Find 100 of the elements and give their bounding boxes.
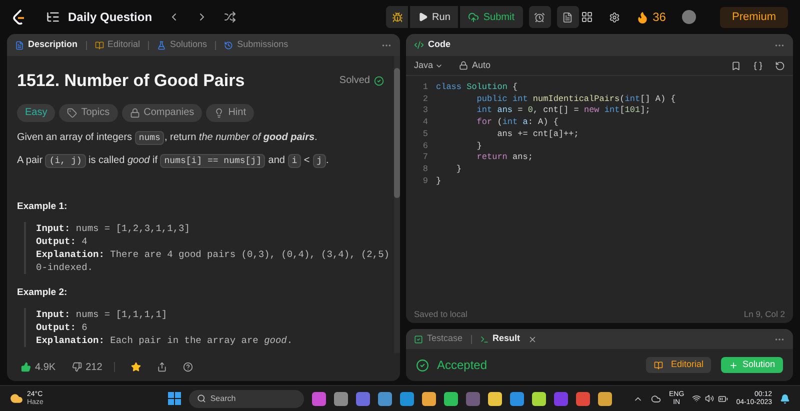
- example-heading: Example 2:: [17, 286, 68, 300]
- code-icon: [414, 40, 424, 50]
- thumbs-down-icon[interactable]: [72, 362, 82, 372]
- tag-button[interactable]: Hint: [206, 104, 254, 122]
- panel-tab[interactable]: Solutions: [157, 38, 208, 52]
- description-text: A pair (i, j) is called good if nums[i] == nums[j] and i < j .: [17, 154, 330, 168]
- app-icon[interactable]: [334, 392, 348, 406]
- example-label: Explanation:: [36, 248, 104, 260]
- line-number: 9: [422, 176, 428, 188]
- scrollbar[interactable]: [394, 56, 400, 353]
- submit-button[interactable]: Submit: [460, 6, 523, 28]
- editorial-button[interactable]: Editorial: [646, 357, 712, 373]
- cloud-icon[interactable]: [651, 394, 662, 404]
- layout-icon[interactable]: [580, 11, 593, 23]
- panel-tab[interactable]: Result: [480, 332, 520, 346]
- list-icon[interactable]: [46, 10, 60, 24]
- app-icon[interactable]: [488, 392, 502, 406]
- like-count: 4.9K: [35, 360, 56, 374]
- line-number: 3: [422, 105, 428, 118]
- code-line: }: [455, 164, 462, 176]
- app-icon[interactable]: [378, 392, 392, 406]
- cursor-position: Ln 9, Col 2: [744, 308, 785, 320]
- premium-button[interactable]: Premium: [720, 6, 788, 28]
- debug-button[interactable]: [386, 6, 408, 28]
- lock-icon: [130, 108, 140, 118]
- battery-icon[interactable]: [718, 394, 728, 404]
- check-icon: [416, 358, 429, 372]
- panel-tab[interactable]: Testcase: [414, 332, 463, 346]
- line-number: 5: [422, 128, 428, 141]
- language-dropdown[interactable]: Java: [414, 58, 444, 72]
- line-number: 7: [422, 152, 428, 164]
- panel-tab[interactable]: Editorial: [94, 38, 140, 52]
- bug-icon: [392, 12, 403, 22]
- run-button[interactable]: Run: [410, 6, 458, 28]
- solved-status: Solved: [339, 74, 370, 88]
- app-icon[interactable]: [598, 392, 612, 406]
- alarm-button[interactable]: [528, 6, 551, 28]
- line-number: 1: [422, 82, 428, 94]
- code-line: }: [436, 176, 442, 188]
- code-line: ans += cnt[a]++;: [496, 128, 579, 141]
- app-icon[interactable]: [422, 392, 436, 406]
- line-number: 4: [422, 117, 428, 129]
- search-icon: [197, 394, 206, 403]
- braces-icon[interactable]: [753, 60, 763, 70]
- weather-icon[interactable]: [10, 392, 23, 405]
- line-number: 6: [422, 140, 428, 152]
- code-line: public int numIdenticalPairs(int[] A) {: [476, 94, 676, 106]
- volume-icon[interactable]: [705, 394, 714, 403]
- alarm-clock-icon: [534, 12, 546, 22]
- close-icon[interactable]: [528, 334, 538, 344]
- example-label: Input:: [36, 309, 70, 320]
- app-icon[interactable]: [576, 392, 590, 406]
- plus-icon: [729, 360, 738, 370]
- code-line: int ans = 0, cnt[] = new int[101];: [476, 105, 650, 118]
- tab-icon: [15, 40, 24, 50]
- example-heading: Example 1:: [17, 200, 68, 214]
- panel-tab[interactable]: Submissions: [224, 38, 288, 52]
- lock-icon: [459, 61, 468, 70]
- line-number: 8: [422, 164, 428, 176]
- search-field[interactable]: Search: [189, 390, 304, 408]
- difficulty-label: Easy: [17, 104, 56, 122]
- verdict: Accepted: [437, 357, 488, 374]
- play-icon: [418, 12, 428, 22]
- example-value: nums = [1,2,3,1,1,3]: [76, 222, 190, 234]
- reset-icon[interactable]: [775, 60, 785, 70]
- bookmark-icon[interactable]: [731, 60, 741, 70]
- help-icon[interactable]: [183, 362, 194, 372]
- example-value: 6: [82, 322, 88, 333]
- flame-icon[interactable]: [636, 10, 649, 24]
- example-value: 4: [82, 236, 88, 247]
- star-icon[interactable]: [131, 362, 142, 372]
- check-icon: [374, 76, 384, 86]
- wifi-icon[interactable]: [692, 394, 702, 403]
- app-icon[interactable]: [444, 392, 458, 406]
- tab-icon: [157, 40, 166, 50]
- tab-icon: [94, 40, 104, 50]
- settings-icon[interactable]: [608, 12, 620, 22]
- line-number: 2: [422, 94, 428, 106]
- bell-icon[interactable]: [780, 394, 790, 404]
- app-icon[interactable]: [400, 392, 414, 406]
- mode-label[interactable]: Auto: [472, 58, 491, 72]
- shuffle-icon[interactable]: [224, 11, 236, 23]
- app-icon[interactable]: [510, 392, 524, 406]
- example-value: There are 4 good pairs (0,3), (0,4), (3,4), (2,5): [110, 248, 390, 260]
- tag-button[interactable]: Companies: [122, 104, 202, 122]
- notes-button[interactable]: [556, 6, 579, 28]
- share-icon[interactable]: [157, 362, 168, 372]
- document-icon: [562, 12, 574, 22]
- description-text: Given an array of integers nums , return the number of good pairs.: [17, 130, 318, 144]
- nav-title[interactable]: Daily Question: [68, 8, 152, 26]
- start-icon[interactable]: [168, 392, 182, 405]
- panel-tab[interactable]: Description: [15, 38, 78, 52]
- app-icon[interactable]: [532, 392, 546, 406]
- app-icon[interactable]: [312, 392, 326, 406]
- tag-button[interactable]: Topics: [59, 104, 118, 122]
- checkbox-icon: [414, 334, 423, 344]
- example-label: Input:: [36, 222, 70, 234]
- logo-icon[interactable]: [12, 9, 26, 25]
- avatar[interactable]: [682, 10, 696, 24]
- thumbs-up-icon[interactable]: [21, 362, 31, 372]
